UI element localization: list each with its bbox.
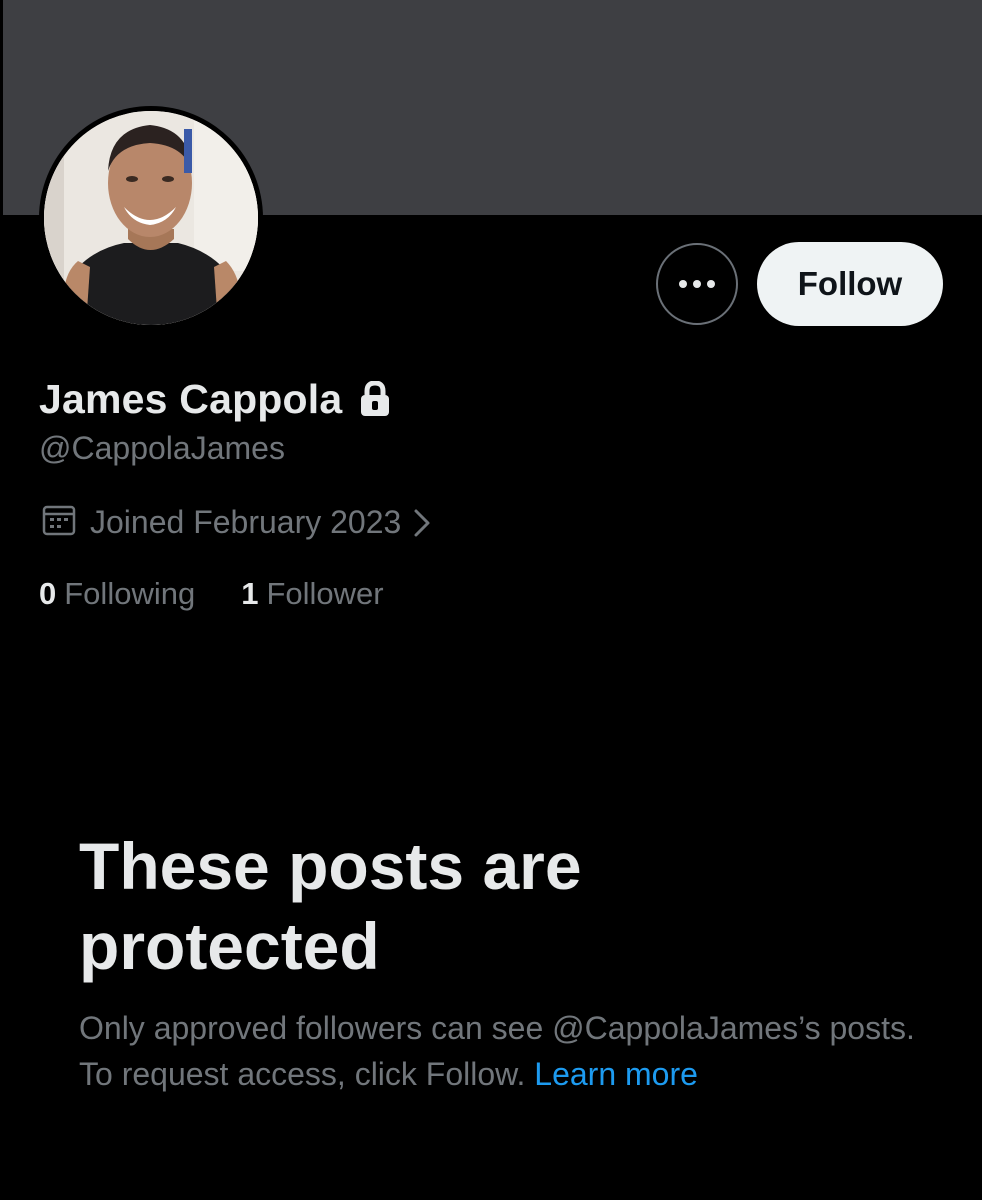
calendar-icon	[42, 504, 76, 541]
protected-message: Only approved followers can see @Cappola…	[79, 1005, 919, 1097]
handle: @CappolaJames	[39, 430, 285, 466]
lock-icon	[359, 381, 391, 417]
follow-button[interactable]: Follow	[757, 242, 943, 326]
display-name: James Cappola	[39, 375, 343, 422]
more-options-button[interactable]	[656, 243, 738, 325]
protected-body-text: Only approved followers can see @Cappola…	[79, 1010, 915, 1092]
joined-date[interactable]: Joined February 2023	[42, 504, 431, 541]
followers-count: 1	[241, 576, 259, 611]
banner-edge	[0, 0, 3, 215]
stats-row: 0 Following 1 Follower	[39, 576, 384, 612]
avatar[interactable]	[39, 106, 263, 330]
protected-title: These posts are protected	[79, 829, 582, 983]
learn-more-link[interactable]: Learn more	[534, 1056, 698, 1092]
followers-label: Follower	[266, 576, 384, 611]
following-label: Following	[64, 576, 196, 611]
avatar-image	[44, 111, 258, 325]
more-icon	[679, 280, 715, 288]
following-link[interactable]: 0 Following	[39, 576, 195, 612]
display-name-row: James Cappola	[39, 374, 391, 424]
followers-link[interactable]: 1 Follower	[241, 576, 383, 612]
following-count: 0	[39, 576, 57, 611]
joined-text: Joined February 2023	[90, 504, 402, 540]
chevron-right-icon	[413, 508, 431, 538]
